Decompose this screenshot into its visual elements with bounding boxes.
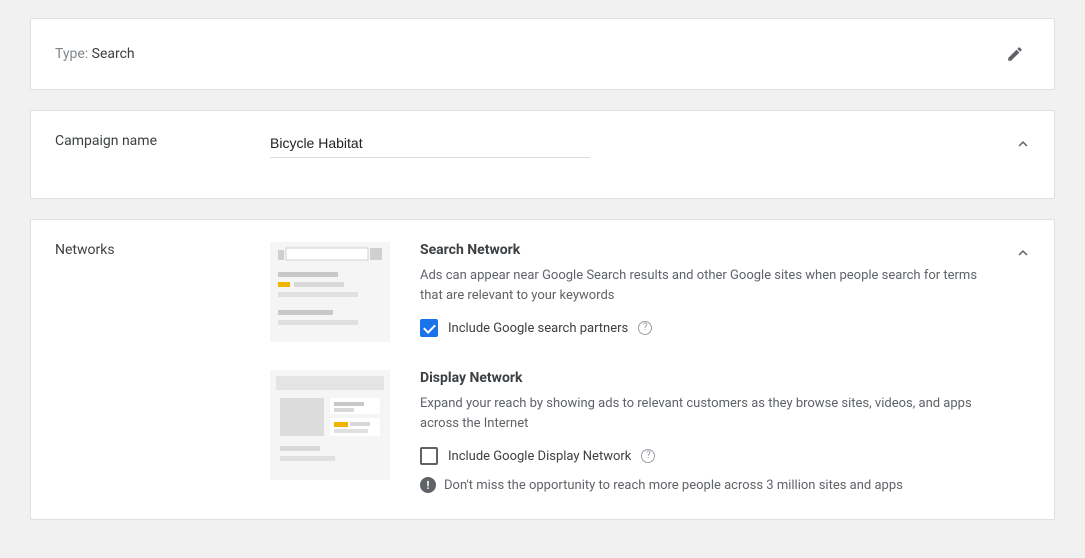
display-network-title: Display Network xyxy=(420,370,980,386)
help-icon[interactable]: ? xyxy=(638,321,652,335)
chevron-up-icon xyxy=(1014,135,1032,153)
type-value: Search xyxy=(92,46,135,62)
type-text: Type: Search xyxy=(55,46,135,62)
search-partners-checkbox[interactable] xyxy=(420,319,438,337)
search-network-block: Search Network Ads can appear near Googl… xyxy=(270,242,1030,342)
search-network-desc: Ads can appear near Google Search result… xyxy=(420,266,980,305)
display-network-checkbox[interactable] xyxy=(420,447,438,465)
display-network-checkbox-label: Include Google Display Network xyxy=(448,449,631,464)
chevron-up-icon xyxy=(1014,244,1032,262)
campaign-name-card: Campaign name xyxy=(30,110,1055,199)
collapse-campaign-name-button[interactable] xyxy=(1008,129,1038,159)
collapse-networks-button[interactable] xyxy=(1008,238,1038,268)
search-network-title: Search Network xyxy=(420,242,980,258)
edit-type-button[interactable] xyxy=(1000,39,1030,69)
display-network-block: Display Network Expand your reach by sho… xyxy=(270,370,1030,493)
search-partners-checkbox-label: Include Google search partners xyxy=(448,321,628,336)
display-network-thumb-icon xyxy=(270,370,390,480)
type-label: Type: xyxy=(55,46,92,62)
type-card: Type: Search xyxy=(30,18,1055,90)
networks-label: Networks xyxy=(55,242,270,258)
help-icon[interactable]: ? xyxy=(641,449,655,463)
info-icon: ! xyxy=(420,477,436,493)
networks-card: Networks xyxy=(30,219,1055,520)
search-network-thumb-icon xyxy=(270,242,390,342)
campaign-name-label: Campaign name xyxy=(55,133,270,149)
campaign-name-input[interactable] xyxy=(270,133,590,158)
pencil-icon xyxy=(1006,45,1024,63)
display-network-note: Don't miss the opportunity to reach more… xyxy=(444,478,903,493)
display-network-desc: Expand your reach by showing ads to rele… xyxy=(420,394,980,433)
